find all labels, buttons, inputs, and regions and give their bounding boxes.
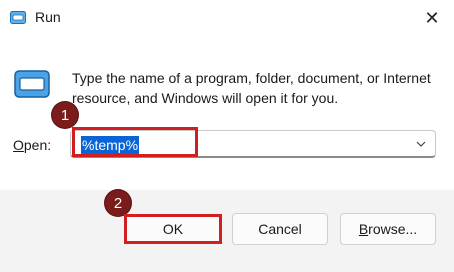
open-label-accelerator: O xyxy=(13,137,24,153)
open-label: Open: xyxy=(13,137,51,153)
run-icon xyxy=(10,11,26,24)
cancel-button[interactable]: Cancel xyxy=(232,213,328,245)
input-highlight-box xyxy=(72,127,198,157)
title-bar: Run ✕ xyxy=(0,0,454,36)
ok-button[interactable]: OK xyxy=(124,214,222,244)
browse-label: rowse... xyxy=(368,221,418,237)
step-marker-1: 1 xyxy=(52,102,78,128)
window-title: Run xyxy=(35,9,61,25)
run-icon xyxy=(14,70,50,98)
chevron-down-icon[interactable] xyxy=(415,138,427,150)
open-label-text: pen: xyxy=(23,137,52,153)
dialog-description: Type the name of a program, folder, docu… xyxy=(72,70,431,106)
browse-accelerator: B xyxy=(358,221,369,237)
run-dialog: Run ✕ Type the name of a program, folder… xyxy=(0,0,454,272)
browse-button[interactable]: Browse... xyxy=(340,213,436,245)
step-marker-2: 2 xyxy=(105,190,131,216)
close-icon: ✕ xyxy=(424,7,440,28)
close-button[interactable]: ✕ xyxy=(420,6,444,30)
